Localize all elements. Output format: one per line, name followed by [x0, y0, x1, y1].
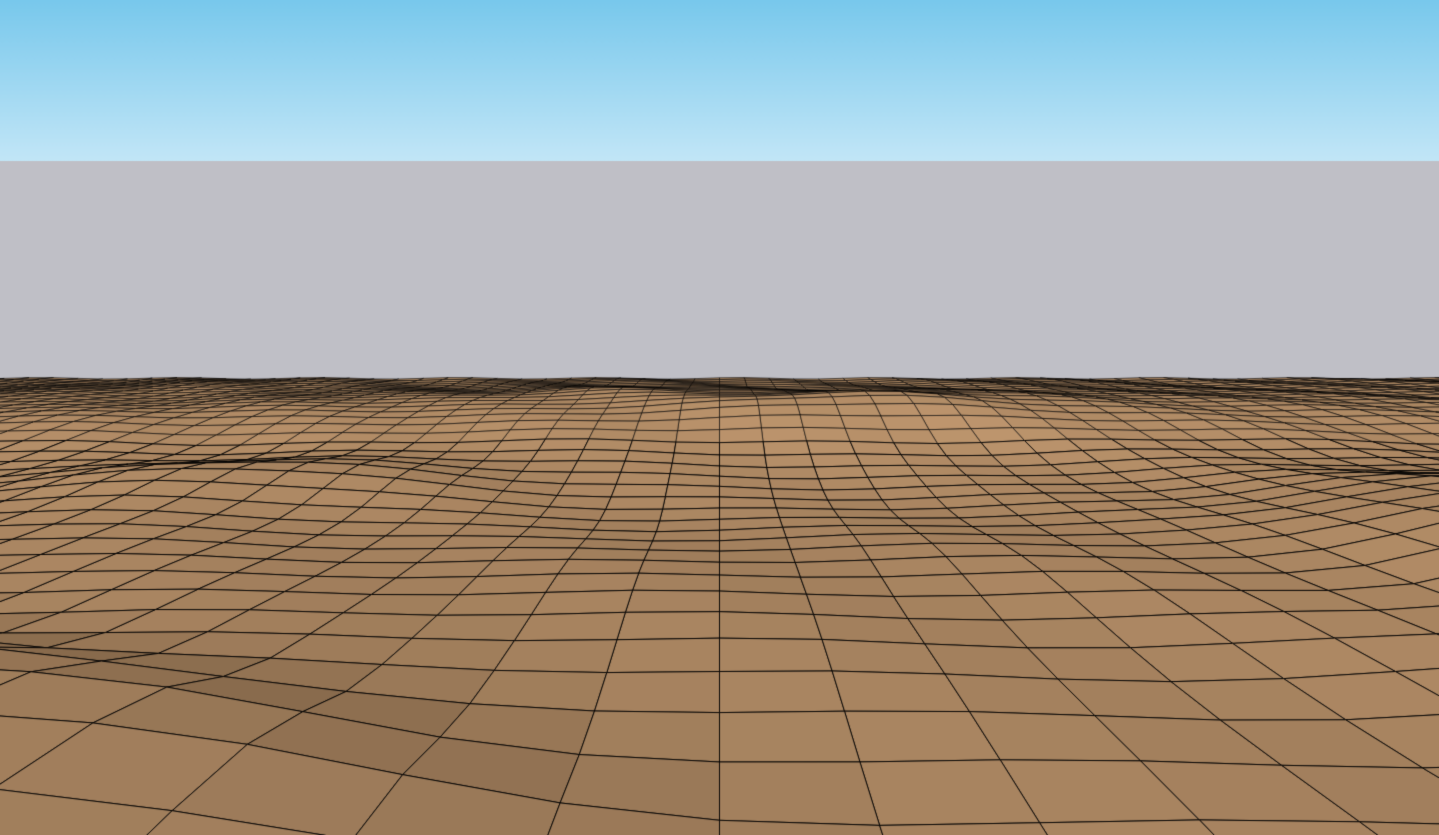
terrain-mesh[interactable] [0, 0, 1439, 835]
model-viewport[interactable] [0, 0, 1439, 835]
